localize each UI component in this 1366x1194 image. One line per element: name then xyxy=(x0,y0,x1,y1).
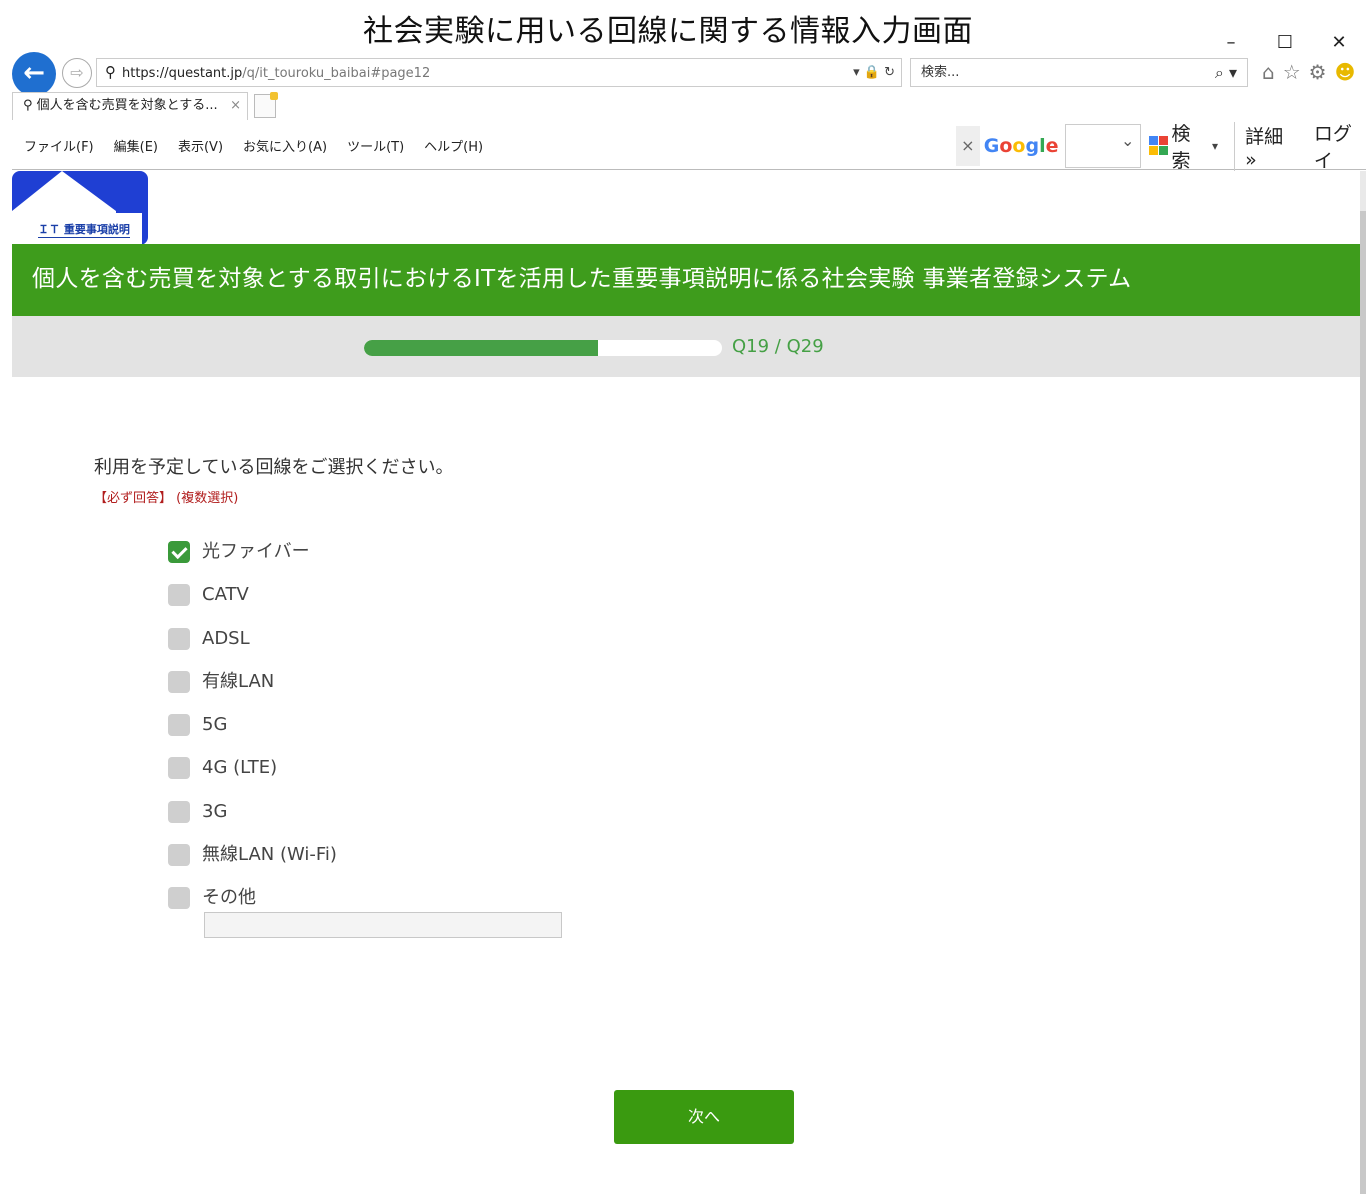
menu-bar: ファイル(F) 編集(E) 表示(V) お気に入り(A) ツール(T) ヘルプ(H) × … xyxy=(12,120,1366,172)
forward-arrow-icon[interactable]: ⇨ xyxy=(62,58,92,88)
checkbox-unchecked[interactable] xyxy=(168,757,190,780)
checkbox-unchecked[interactable] xyxy=(168,627,190,650)
checkbox-unchecked[interactable] xyxy=(168,800,190,823)
url-field[interactable]: ⚲ https://questant.jp/q/it_touroku_baibai… xyxy=(96,58,902,87)
google-detail-button[interactable]: 詳細 » xyxy=(1234,121,1296,171)
search-placeholder: 検索... xyxy=(921,65,960,80)
option-label: 3G xyxy=(202,800,228,822)
google-toolbar-close-icon[interactable]: × xyxy=(956,126,980,166)
google-logo-letter: o xyxy=(999,135,1013,157)
menu-item[interactable]: 表示(V) xyxy=(178,136,223,155)
progress-fill xyxy=(364,340,599,356)
required-note: 【必ず回答】 (複数選択) xyxy=(94,487,238,506)
multi-select-note: (複数選択) xyxy=(176,491,239,506)
option-label: 無線LAN (Wi-Fi) xyxy=(202,844,337,866)
checkbox-unchecked[interactable] xyxy=(168,714,190,737)
google-logo-letter: G xyxy=(983,135,1000,157)
browser-search-input[interactable]: 検索... ⌕ ▾ xyxy=(910,58,1248,87)
toolbar-icons: ⌂ ☆ ⚙ ☻ xyxy=(1262,60,1355,84)
option-label: 光ファイバー xyxy=(202,541,310,562)
next-button[interactable]: 次へ xyxy=(614,1090,794,1144)
google-search-label: 検索 xyxy=(1171,123,1191,172)
checkbox-option[interactable]: 無線LAN (Wi-Fi) xyxy=(168,842,337,885)
url-host: https://questant.jp xyxy=(122,66,243,81)
progress-bar xyxy=(364,340,722,356)
survey-page: ＩＴ 重要事項説明 個人を含む売買を対象とする取引におけるITを活用した重要事項… xyxy=(12,171,1360,1194)
checkbox-option[interactable]: 有線LAN xyxy=(168,669,337,712)
menu-item[interactable]: ツール(T) xyxy=(347,136,404,155)
smiley-feedback-icon[interactable]: ☻ xyxy=(1335,60,1356,84)
progress-section: Q19 / Q29 xyxy=(12,316,1360,377)
menu-item[interactable]: ファイル(F) xyxy=(24,136,94,155)
checkbox-checked[interactable] xyxy=(168,541,190,563)
google-logo: Google xyxy=(984,135,1059,157)
option-label: 有線LAN xyxy=(202,670,275,692)
dropdown-caret-icon[interactable]: ▾ xyxy=(1212,139,1218,153)
google-search-icon xyxy=(1149,136,1169,156)
option-label: 5G xyxy=(202,714,228,736)
url-path: /q/it_touroku_baibai#page12 xyxy=(242,66,431,81)
browser-tab[interactable]: ⚲ 個人を含む売買を対象とする... × xyxy=(12,92,248,120)
menu-item[interactable]: ヘルプ(H) xyxy=(424,136,483,155)
option-label: その他 xyxy=(202,887,256,909)
pin-icon: ⚲ xyxy=(105,63,116,81)
checkbox-unchecked[interactable] xyxy=(168,584,190,607)
checkbox-option[interactable]: CATV xyxy=(168,582,337,625)
option-label: ADSL xyxy=(202,627,250,649)
vertical-scrollbar[interactable] xyxy=(1360,171,1366,1194)
system-title-banner: 個人を含む売買を対象とする取引におけるITを活用した重要事項説明に係る社会実験 … xyxy=(12,244,1360,316)
menu-item[interactable]: 編集(E) xyxy=(114,136,158,155)
checkbox-option[interactable]: 5G xyxy=(168,712,337,755)
tab-close-icon[interactable]: × xyxy=(230,93,241,119)
google-logo-letter: e xyxy=(1045,135,1059,157)
search-icon[interactable]: ⌕ ▾ xyxy=(1215,59,1237,86)
it-logo: ＩＴ 重要事項説明 xyxy=(12,171,148,245)
screen-caption: 社会実験に用いる回線に関する情報入力画面 xyxy=(363,14,973,49)
google-search-button[interactable]: 検索 xyxy=(1149,119,1206,173)
option-label: 4G (LTE) xyxy=(202,757,278,779)
option-label: CATV xyxy=(202,584,249,606)
checkbox-unchecked[interactable] xyxy=(168,887,190,910)
gear-icon[interactable]: ⚙ xyxy=(1309,60,1327,84)
menu-item[interactable]: お気に入り(A) xyxy=(243,136,327,155)
back-arrow-icon[interactable]: ← xyxy=(12,52,56,96)
pin-icon: ⚲ xyxy=(23,98,33,113)
favorites-star-icon[interactable]: ☆ xyxy=(1283,60,1301,84)
address-bar-row: ← ⇨ ⚲ https://questant.jp/q/it_touroku_ba… xyxy=(12,52,1366,96)
url-tools-icons[interactable]: ▾ 🔒 ↻ xyxy=(853,59,895,86)
tab-bar: ⚲ 個人を含む売買を対象とする... × xyxy=(12,92,1366,120)
required-badge: 【必ず回答】 xyxy=(94,491,173,506)
checkbox-unchecked[interactable] xyxy=(168,670,190,693)
google-logo-letter: g xyxy=(1025,135,1040,157)
menu-items: ファイル(F) 編集(E) 表示(V) お気に入り(A) ツール(T) ヘルプ(H) xyxy=(24,136,483,155)
checkbox-option[interactable]: 光ファイバー xyxy=(168,539,337,582)
option-list: 光ファイバー CATV ADSL 有線LAN 5G 4G (LTE) 3G 無線LAN (Wi… xyxy=(168,539,337,929)
checkbox-option[interactable]: ADSL xyxy=(168,626,337,669)
other-text-field[interactable] xyxy=(204,912,562,938)
home-icon[interactable]: ⌂ xyxy=(1262,60,1275,84)
checkbox-unchecked[interactable] xyxy=(168,844,190,867)
new-tab-icon[interactable] xyxy=(254,92,278,118)
checkbox-option[interactable]: 3G xyxy=(168,799,337,842)
google-toolbar: × Google 検索 ▾ 詳細 » ログイ xyxy=(956,121,1366,172)
google-login-button[interactable]: ログイ xyxy=(1314,119,1366,173)
question-text: 利用を予定している回線をご選択ください。 xyxy=(94,457,454,478)
progress-label: Q19 / Q29 xyxy=(732,336,824,357)
google-logo-letter: o xyxy=(1012,135,1026,157)
checkbox-option[interactable]: 4G (LTE) xyxy=(168,755,337,798)
google-search-select[interactable] xyxy=(1064,124,1142,168)
logo-text: ＩＴ 重要事項説明 xyxy=(38,223,130,238)
tab-title: 個人を含む売買を対象とする... xyxy=(36,98,218,113)
